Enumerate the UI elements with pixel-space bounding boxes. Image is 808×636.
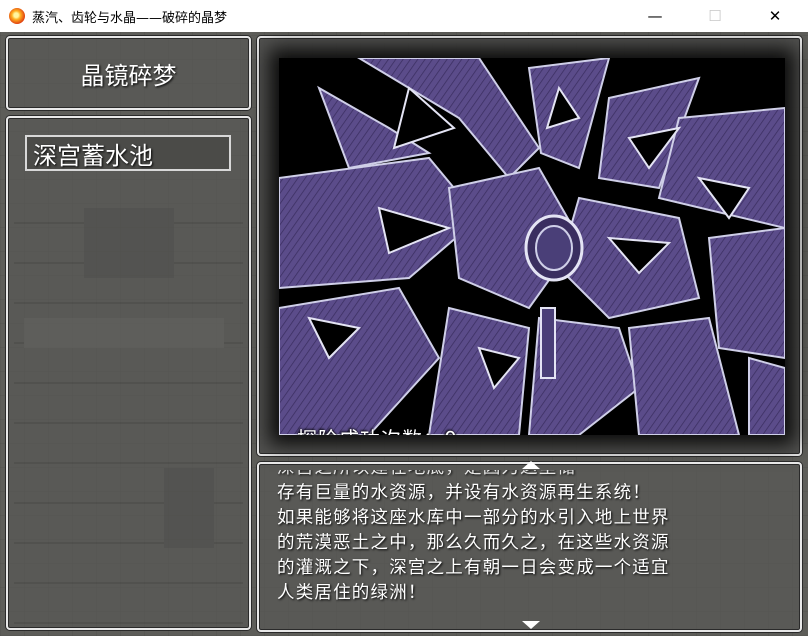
window-title: 蒸汽、齿轮与水晶——破碎的晶梦 <box>32 11 228 26</box>
location-window: 深宫蓄水池 <box>6 116 251 630</box>
dialogue-line: 深宫之所以建在地底，是因为这里储 <box>277 470 787 481</box>
scroll-up-arrow-icon[interactable] <box>522 461 540 469</box>
minimize-button[interactable]: — <box>632 0 678 32</box>
dialogue-line: 的荒漠恶土之中，那么久而久之，在这些水资源 <box>277 533 670 553</box>
dialogue-text: 深宫之所以建在地底，是因为这里储 存有巨量的水资源，并设有水资源再生系统！ 如果… <box>277 470 787 628</box>
close-button[interactable]: ✕ <box>752 0 798 32</box>
success-count: 0 <box>444 427 458 435</box>
game-screen: 晶镜碎梦 深宫蓄水池 存有巨量的水资源，并设有水资源再生系统！ 如果能够将这座水… <box>0 32 808 636</box>
success-label: 探险成功次数： <box>297 427 444 435</box>
scene-title-window: 晶镜碎梦 <box>6 36 251 110</box>
shattered-mirror-illustration: 探险成功次数：0 <box>279 58 785 435</box>
dialogue-window[interactable]: 深宫之所以建在地底，是因为这里储 存有巨量的水资源，并设有水资源再生系统！ 如果… <box>257 461 802 632</box>
dialogue-line: 人类居住的绿洲！ <box>277 583 427 603</box>
scroll-down-arrow-icon[interactable] <box>522 621 540 629</box>
window-titlebar[interactable]: 蒸汽、齿轮与水晶——破碎的晶梦 — ☐ ✕ <box>0 0 808 33</box>
location-name[interactable]: 深宫蓄水池 <box>25 135 231 171</box>
dialogue-line: 如果能够将这座水库中一部分的水引入地上世界 <box>277 508 670 528</box>
illustration-window: 探险成功次数：0 <box>257 36 802 456</box>
crystal-sun-icon <box>9 8 25 24</box>
maximize-button[interactable]: ☐ <box>692 0 738 32</box>
dialogue-line: 存有巨量的水资源，并设有水资源再生系统！ <box>277 483 651 503</box>
scene-title: 晶镜碎梦 <box>80 61 177 90</box>
success-counter: 探险成功次数：0 <box>297 423 458 435</box>
dialogue-line: 的灌溉之下，深宫之上有朝一日会变成一个适宜 <box>277 558 670 578</box>
map-preview <box>14 188 243 624</box>
shattered-mirror-art <box>279 58 785 435</box>
